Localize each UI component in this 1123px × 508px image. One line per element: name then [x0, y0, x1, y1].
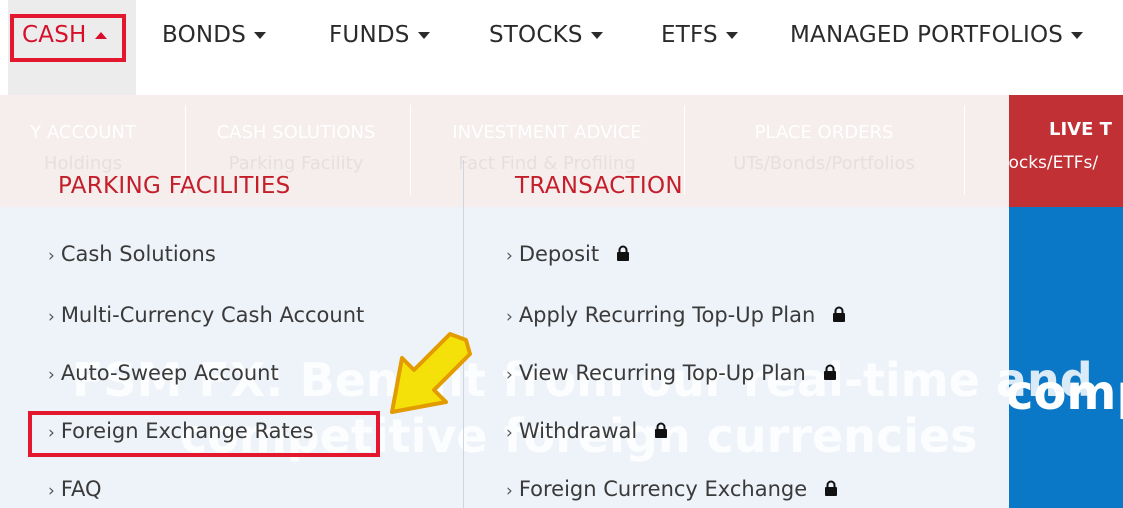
arrow-annotation-icon — [390, 332, 472, 414]
caret-down-icon — [254, 32, 266, 39]
chevron-right-icon: › — [506, 246, 513, 266]
top-nav: CASH BONDS FUNDS STOCKS ETFS MANAGED POR… — [0, 0, 1123, 95]
subnav-live-trading[interactable]: LIVE T Stocks/ETFs/ — [1009, 95, 1123, 207]
caret-down-icon — [590, 32, 603, 39]
chevron-right-icon: › — [48, 307, 55, 327]
nav-funds[interactable]: FUNDS — [329, 22, 430, 48]
nav-managed-portfolios-label: MANAGED PORTFOLIOS — [790, 22, 1064, 48]
nav-funds-label: FUNDS — [329, 22, 410, 48]
lock-icon — [654, 422, 667, 438]
menu-item-apply-recurring-top-up-plan[interactable]: › Apply Recurring Top-Up Plan — [506, 303, 846, 327]
menu-item-cash-solutions[interactable]: › Cash Solutions — [48, 242, 216, 266]
lock-icon — [616, 245, 629, 261]
menu-item-label: Deposit — [518, 242, 600, 266]
menu-item-label: Foreign Currency Exchange — [518, 477, 808, 501]
menu-item-label: FAQ — [60, 477, 102, 501]
subnav-sublabel: UTs/Bonds/Portfolios — [733, 153, 915, 174]
nav-etfs-label: ETFS — [661, 22, 718, 48]
nav-etfs[interactable]: ETFS — [661, 22, 738, 48]
menu-item-faq[interactable]: › FAQ — [48, 477, 102, 501]
menu-item-withdrawal[interactable]: › Withdrawal — [506, 419, 668, 443]
lock-icon — [833, 306, 846, 322]
chevron-right-icon: › — [48, 365, 55, 385]
subnav-label: PLACE ORDERS — [754, 122, 894, 143]
chevron-right-icon: › — [506, 365, 513, 385]
subnav-divider — [964, 105, 965, 195]
menu-item-label: Apply Recurring Top-Up Plan — [518, 303, 816, 327]
subnav-cash-solutions[interactable]: CASH SOLUTIONS Parking Facility — [186, 117, 406, 179]
menu-item-label: Cash Solutions — [60, 242, 216, 266]
chevron-right-icon: › — [506, 307, 513, 327]
nav-bonds-label: BONDS — [162, 22, 246, 48]
chevron-right-icon: › — [506, 423, 513, 443]
subnav-place-orders[interactable]: PLACE ORDERS UTs/Bonds/Portfolios — [684, 117, 964, 179]
parking-facilities-title: PARKING FACILITIES — [58, 173, 291, 199]
menu-item-multi-currency-cash-account[interactable]: › Multi-Currency Cash Account — [48, 303, 364, 327]
chevron-right-icon: › — [48, 481, 55, 501]
foreign-exchange-highlight-box — [28, 411, 380, 457]
lock-icon — [824, 480, 837, 496]
subnav-my-account[interactable]: Y ACCOUNT Holdings — [0, 117, 172, 179]
caret-down-icon — [1071, 32, 1084, 39]
nav-bonds[interactable]: BONDS — [162, 22, 266, 48]
menu-item-label: Auto-Sweep Account — [60, 361, 279, 385]
live-trading-sublabel: Stocks/ETFs/ — [1009, 153, 1099, 173]
chevron-right-icon: › — [48, 246, 55, 266]
transaction-title: TRANSACTION — [515, 173, 683, 199]
chevron-right-icon: › — [506, 481, 513, 501]
menu-item-deposit[interactable]: › Deposit — [506, 242, 630, 266]
caret-down-icon — [725, 32, 738, 39]
nav-stocks[interactable]: STOCKS — [489, 22, 603, 48]
subnav-label: CASH SOLUTIONS — [216, 122, 376, 143]
menu-item-foreign-currency-exchange[interactable]: › Foreign Currency Exchange — [506, 477, 838, 501]
live-trading-label: LIVE T — [1049, 119, 1112, 140]
menu-item-auto-sweep-account[interactable]: › Auto-Sweep Account — [48, 361, 279, 385]
nav-managed-portfolios[interactable]: MANAGED PORTFOLIOS — [790, 22, 1084, 48]
nav-stocks-label: STOCKS — [489, 22, 583, 48]
menu-item-label: View Recurring Top-Up Plan — [518, 361, 806, 385]
subnav-label: INVESTMENT ADVICE — [452, 122, 642, 143]
subnav-label: Y ACCOUNT — [30, 122, 136, 143]
menu-item-label: Multi-Currency Cash Account — [60, 303, 365, 327]
cash-highlight-box — [10, 14, 126, 62]
menu-item-label: Withdrawal — [518, 419, 638, 443]
caret-down-icon — [417, 32, 430, 39]
lock-icon — [823, 364, 836, 380]
subnav-investment-advice[interactable]: INVESTMENT ADVICE Fact Find & Profiling — [410, 117, 684, 179]
menu-item-view-recurring-top-up-plan[interactable]: › View Recurring Top-Up Plan — [506, 361, 837, 385]
